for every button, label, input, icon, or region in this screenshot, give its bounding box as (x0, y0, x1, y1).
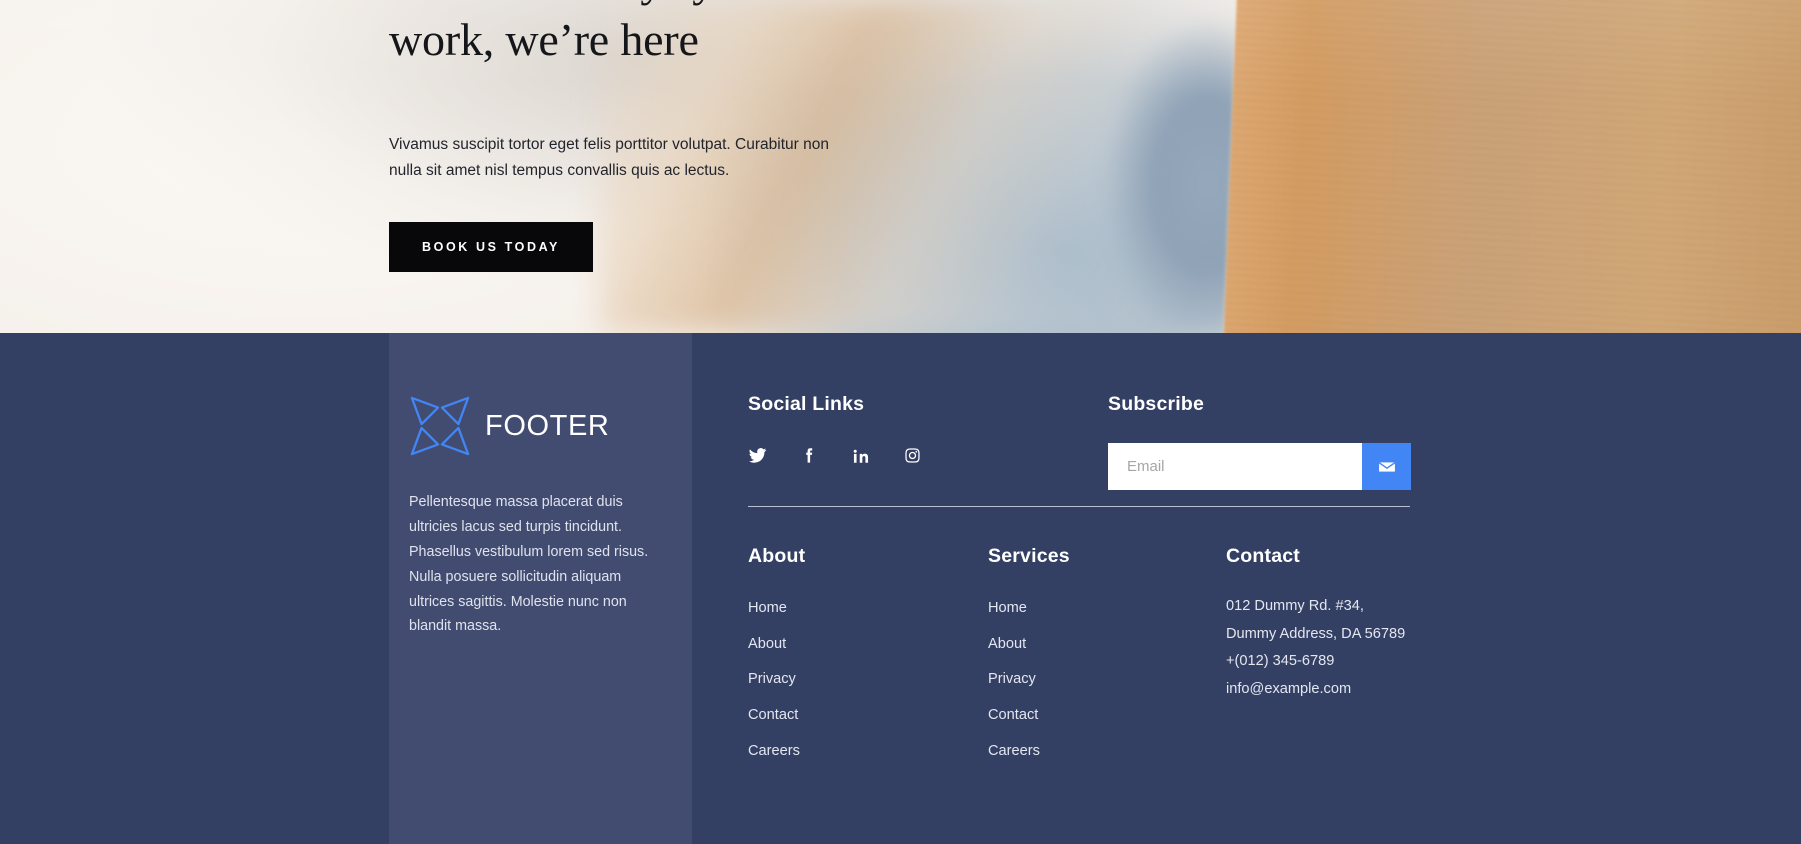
contact-address-line-2: Dummy Address, DA 56789 (1226, 625, 1406, 642)
subscribe-submit-button[interactable] (1362, 443, 1411, 490)
footer-column-services: Services Home About Privacy Contact Care… (988, 545, 1070, 774)
social-icons-row (748, 446, 922, 465)
hero-subtitle: Vivamus suscipit tortor eget felis portt… (389, 135, 829, 180)
footer-column-about: About Home About Privacy Contact Careers (748, 545, 805, 774)
services-link-home[interactable]: Home (988, 596, 1070, 621)
footer-content: FOOTER Pellentesque massa placerat duis … (0, 333, 1801, 844)
services-link-list: Home About Privacy Contact Careers (988, 596, 1070, 763)
services-link-about[interactable]: About (988, 632, 1070, 657)
subscribe-form (1108, 443, 1411, 490)
book-us-today-button[interactable]: BOOK US TODAY (389, 222, 593, 273)
services-link-contact[interactable]: Contact (988, 703, 1070, 728)
social-links-column: Social Links (748, 393, 922, 465)
subscribe-column: Subscribe (1108, 393, 1411, 490)
footer-logo-row[interactable]: FOOTER (409, 395, 671, 457)
social-link-instagram[interactable] (903, 446, 922, 465)
instagram-icon (905, 448, 920, 463)
about-link-privacy[interactable]: Privacy (748, 667, 805, 692)
contact-email[interactable]: info@example.com (1226, 677, 1405, 702)
footer-column-contact: Contact 012 Dummy Rd. #34, Dummy Address… (1226, 545, 1405, 705)
contact-address-line-1: 012 Dummy Rd. #34, (1226, 598, 1364, 614)
social-link-twitter[interactable] (748, 446, 767, 465)
linkedin-icon (853, 449, 869, 463)
email-input[interactable] (1108, 443, 1362, 490)
about-link-list: Home About Privacy Contact Careers (748, 596, 805, 763)
subscribe-heading: Subscribe (1108, 393, 1205, 415)
hero-section: For all the ways you work, we’re here Vi… (0, 0, 1801, 333)
about-column-heading: About (748, 545, 806, 567)
about-link-careers[interactable]: Careers (748, 739, 805, 764)
social-links-heading: Social Links (748, 393, 865, 415)
about-link-contact[interactable]: Contact (748, 703, 805, 728)
footer-brand-name: FOOTER (485, 409, 610, 442)
footer-brand-description: Pellentesque massa placerat duis ultrici… (409, 494, 649, 635)
hero-title-line-2: work, we’re here (389, 13, 699, 65)
page-root: For all the ways you work, we’re here Vi… (0, 0, 1801, 844)
four-point-star-logo-icon (410, 396, 470, 456)
social-link-linkedin[interactable] (852, 447, 870, 465)
footer-section: FOOTER Pellentesque massa placerat duis … (0, 333, 1801, 844)
hero-title: For all the ways you work, we’re here (389, 0, 909, 70)
about-link-home[interactable]: Home (748, 596, 805, 621)
facebook-icon (806, 448, 813, 463)
services-link-careers[interactable]: Careers (988, 739, 1070, 764)
services-link-privacy[interactable]: Privacy (988, 667, 1070, 692)
contact-phone[interactable]: +(012) 345-6789 (1226, 649, 1405, 674)
services-column-heading: Services (988, 545, 1070, 567)
about-link-about[interactable]: About (748, 632, 805, 657)
social-link-facebook[interactable] (800, 446, 819, 465)
footer-brand-column: FOOTER Pellentesque massa placerat duis … (409, 395, 671, 639)
contact-column-heading: Contact (1226, 545, 1300, 567)
contact-details: 012 Dummy Rd. #34, Dummy Address, DA 567… (1226, 594, 1405, 702)
envelope-icon (1378, 461, 1395, 472)
hero-title-line-1: For all the ways you (389, 0, 761, 6)
hero-content: For all the ways you work, we’re here Vi… (389, 0, 909, 273)
twitter-icon (748, 448, 767, 463)
footer-divider (748, 506, 1410, 507)
